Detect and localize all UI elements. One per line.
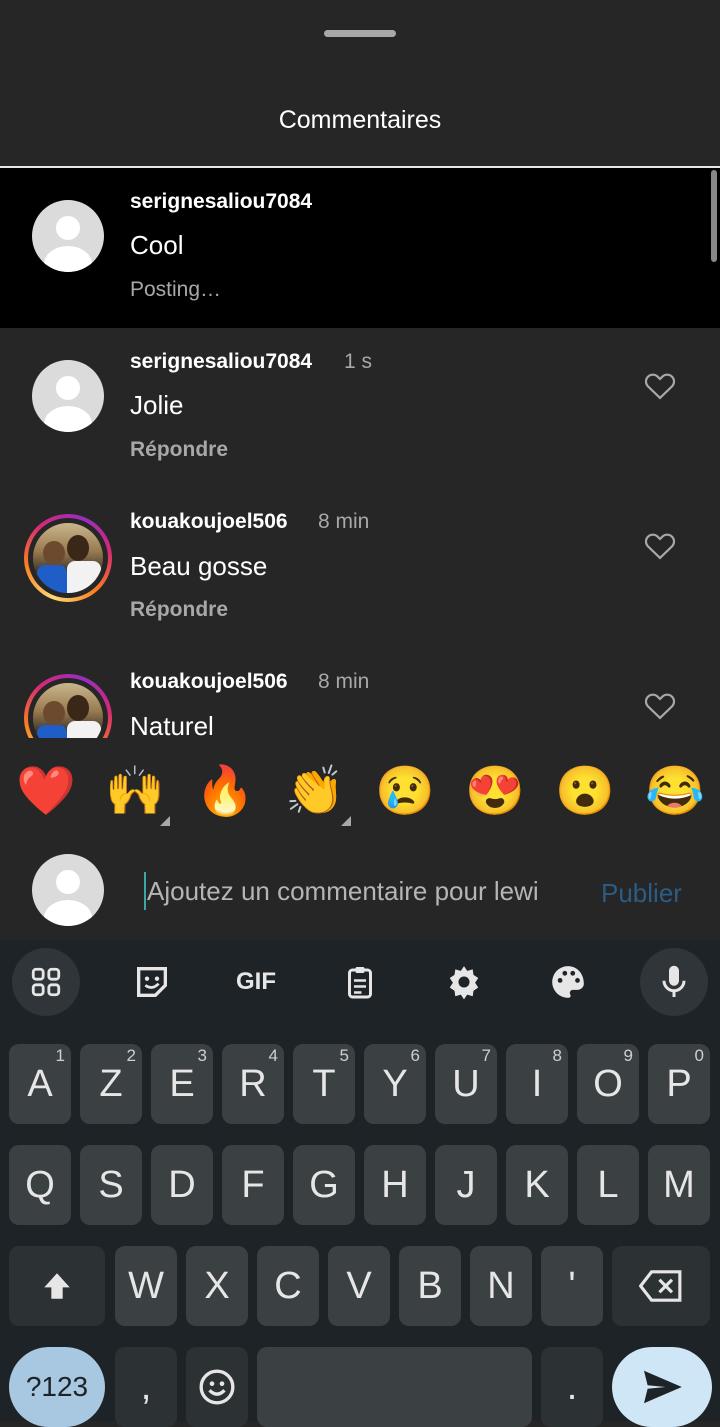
heart-icon[interactable]	[643, 530, 677, 560]
comment-username[interactable]: kouakoujoel506	[130, 670, 288, 694]
key-t[interactable]: T5	[293, 1044, 355, 1124]
comment-username[interactable]: kouakoujoel506	[130, 510, 288, 534]
send-icon	[644, 1370, 682, 1404]
pending-comment	[0, 168, 720, 328]
comment-text: Beau gosse	[130, 551, 268, 581]
avatar[interactable]	[32, 360, 104, 432]
key-h[interactable]: H	[364, 1145, 426, 1225]
key-f[interactable]: F	[222, 1145, 284, 1225]
space-key[interactable]	[257, 1347, 532, 1427]
heart-icon[interactable]	[643, 690, 677, 720]
keyboard: GIF A1 Z2 E3 R4 T5 Y6 U7 I8 O9 P0 Q S D …	[0, 940, 720, 1427]
key-c[interactable]: C	[257, 1246, 319, 1326]
backspace-key[interactable]	[612, 1246, 710, 1326]
shift-key[interactable]	[9, 1246, 105, 1326]
comments-sheet: Commentaires serignesaliou7084 Cool Post…	[0, 0, 720, 940]
comment-input[interactable]: Ajoutez un commentaire pour lewi	[147, 876, 539, 907]
publish-button[interactable]: Publier	[601, 878, 682, 909]
gif-button[interactable]: GIF	[224, 950, 288, 1014]
shift-icon	[44, 1273, 70, 1299]
reply-button[interactable]: Répondre	[130, 598, 228, 622]
key-w[interactable]: W	[115, 1246, 177, 1326]
story-avatar[interactable]	[24, 674, 112, 738]
reaction-heart-eyes[interactable]: 😍	[465, 752, 525, 832]
comment-time: 8 min	[318, 510, 370, 533]
key-a[interactable]: A1	[9, 1044, 71, 1124]
sheet-title: Commentaires	[278, 106, 442, 134]
text-cursor	[144, 872, 146, 910]
reaction-surprised[interactable]: 😮	[555, 752, 615, 832]
backspace-icon	[639, 1270, 682, 1302]
key-b[interactable]: B	[399, 1246, 461, 1326]
heart-icon[interactable]	[643, 370, 677, 400]
clipboard-icon[interactable]	[328, 950, 392, 1014]
key-n[interactable]: N	[470, 1246, 532, 1326]
reaction-raising-hands[interactable]: 🙌	[105, 752, 165, 832]
comment-username[interactable]: serignesaliou7084	[130, 350, 312, 374]
send-key[interactable]	[612, 1347, 712, 1427]
comment-list[interactable]: serignesaliou7084 1 s Jolie Répondre kou…	[0, 330, 720, 738]
palette-icon[interactable]	[536, 950, 600, 1014]
posting-status: Posting…	[130, 278, 222, 301]
key-d[interactable]: D	[151, 1145, 213, 1225]
comment-username[interactable]: serignesaliou7084	[130, 190, 312, 214]
key-z[interactable]: Z2	[80, 1044, 142, 1124]
key-apostrophe[interactable]: '	[541, 1246, 603, 1326]
key-r[interactable]: R4	[222, 1044, 284, 1124]
drag-handle[interactable]	[324, 30, 396, 37]
smiley-icon	[199, 1369, 235, 1405]
comma-key[interactable]: ,	[115, 1347, 177, 1427]
reply-button[interactable]: Répondre	[130, 438, 228, 462]
key-p[interactable]: P0	[648, 1044, 710, 1124]
quick-reactions: ❤️ 🙌 🔥 👏 😢 😍 😮 😂	[0, 752, 720, 832]
key-s[interactable]: S	[80, 1145, 142, 1225]
key-v[interactable]: V	[328, 1246, 390, 1326]
comment-time: 1 s	[344, 350, 373, 373]
comment-text: Jolie	[130, 390, 184, 420]
key-o[interactable]: O9	[577, 1044, 639, 1124]
emoji-key[interactable]	[186, 1347, 248, 1427]
key-x[interactable]: X	[186, 1246, 248, 1326]
key-u[interactable]: U7	[435, 1044, 497, 1124]
my-avatar	[32, 854, 104, 926]
settings-icon[interactable]	[432, 950, 496, 1014]
key-l[interactable]: L	[577, 1145, 639, 1225]
scrollbar[interactable]	[711, 170, 717, 262]
period-key[interactable]: .	[541, 1347, 603, 1427]
comment-text: Cool	[130, 230, 184, 260]
key-k[interactable]: K	[506, 1145, 568, 1225]
comment-time: 8 min	[318, 670, 370, 693]
avatar[interactable]	[32, 200, 104, 272]
skin-tone-indicator	[160, 816, 170, 826]
sticker-icon[interactable]	[120, 950, 184, 1014]
key-e[interactable]: E3	[151, 1044, 213, 1124]
reaction-fire[interactable]: 🔥	[195, 752, 255, 832]
skin-tone-indicator	[341, 816, 351, 826]
reaction-heart[interactable]: ❤️	[16, 752, 76, 832]
key-i[interactable]: I8	[506, 1044, 568, 1124]
key-g[interactable]: G	[293, 1145, 355, 1225]
mic-icon[interactable]	[640, 948, 708, 1016]
key-q[interactable]: Q	[9, 1145, 71, 1225]
reaction-cry[interactable]: 😢	[375, 752, 435, 832]
key-y[interactable]: Y6	[364, 1044, 426, 1124]
key-m[interactable]: M	[648, 1145, 710, 1225]
key-j[interactable]: J	[435, 1145, 497, 1225]
comment-text: Naturel	[130, 711, 214, 738]
reaction-clap[interactable]: 👏	[285, 752, 345, 832]
story-avatar[interactable]	[24, 514, 112, 602]
reaction-laughing[interactable]: 😂	[645, 752, 705, 832]
apps-grid-icon[interactable]	[12, 948, 80, 1016]
symbols-key[interactable]: ?123	[9, 1347, 105, 1427]
